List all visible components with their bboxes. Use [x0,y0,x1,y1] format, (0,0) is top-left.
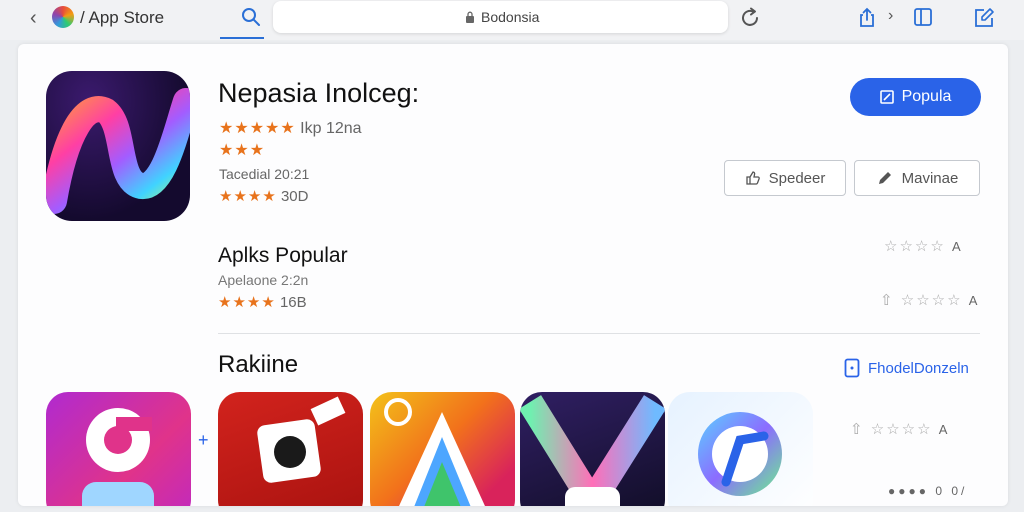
app-size: 16B [279,294,307,311]
share-button[interactable]: Spedeer [724,160,846,196]
pager-text: 0 0/ [935,484,968,498]
rating-row: ★★★★★ Ikp 12na [219,118,362,138]
app-icon-artwork [46,88,190,214]
pagination-dots[interactable]: ●●●● 0 0/ [888,484,967,498]
browser-toolbar: ‹ / App Store Bodonsia › [0,0,1024,40]
share-button-label: Spedeer [768,169,826,187]
empty-star-icon: ☆☆☆☆ [900,292,963,309]
site-logo-icon [52,6,74,28]
section-title: Aplks Popular [218,244,348,267]
empty-star-icon: ☆☆☆☆ [884,238,946,255]
url-text: Bodonsia [481,9,540,25]
forward-chevron-icon[interactable]: › [888,7,893,25]
app-tile-artwork [257,396,346,483]
star-rating-icon: ★★★★★ [219,120,296,137]
empty-star-icon: ☆☆☆☆ [870,421,933,438]
pencil-icon [878,172,891,184]
star-rating-icon: ★★★★ [219,188,277,205]
search-icon[interactable] [239,5,263,29]
compose-icon[interactable] [972,6,996,30]
rate-label: A [951,239,961,254]
page-dot-icon: ●●●● [888,484,929,498]
rate-stars-control[interactable]: ⇧ ☆☆☆☆ A [850,420,947,438]
app-tile[interactable] [46,392,191,506]
back-chevron-icon[interactable]: ‹ [30,7,37,30]
search-active-indicator [220,37,264,39]
app-tile-artwork [520,395,665,506]
rating-label: Ikp [300,120,322,137]
app-tile[interactable] [520,392,665,506]
get-button-label: Popula [901,88,952,105]
write-review-label: Mavinae [901,169,959,187]
thumb-icon [745,171,760,185]
app-tile-artwork [384,398,485,506]
rating-value: 12na [325,120,362,137]
developer-name: Apelaone 2:2n [218,272,309,288]
rating-row: ★★★★ 16B [218,293,307,311]
share-icon: ⇧ [850,421,865,438]
developer-name: Tacedial 20:21 [219,166,310,182]
plus-icon: + [198,430,209,450]
get-button[interactable]: Popula [850,78,981,116]
write-review-button[interactable]: Mavinae [854,160,980,196]
star-rating-icon: ★★★★ [218,294,276,311]
section-divider [218,333,980,334]
sidebar-tabs-icon[interactable] [912,6,934,28]
address-bar[interactable]: Bodonsia [273,1,728,33]
section-title: Rakiine [218,351,299,378]
app-icon[interactable] [46,71,190,221]
app-tile[interactable] [370,392,515,506]
rating-row-secondary: ★★★ [219,140,265,160]
rating-count-row: ★★★★ 30D [219,187,309,205]
app-tile-artwork [82,408,154,506]
bookmark-icon [844,358,860,378]
app-title: Nepasia Inolceg: [218,78,420,108]
rate-label: A [938,422,948,437]
app-tile[interactable] [218,392,363,506]
edit-icon [879,90,894,104]
rate-stars-control[interactable]: ⇧ ☆☆☆☆ A [880,291,977,309]
share-icon[interactable] [856,6,878,28]
app-tile-artwork [698,412,782,496]
rate-label: A [968,293,978,308]
app-store-panel: Nepasia Inolceg: ★★★★★ Ikp 12na ★★★ Tace… [18,44,1008,506]
reload-icon[interactable] [737,5,763,31]
see-all-link[interactable]: FhodelDonzeln [844,358,969,378]
rate-stars-control[interactable]: ☆☆☆☆ A [884,237,961,255]
rating-count: 30D [280,188,309,205]
app-tile[interactable] [668,392,813,506]
site-title: / App Store [80,8,165,27]
thumb-icon: ⇧ [880,292,895,309]
lock-icon [466,11,474,23]
see-all-label: FhodelDonzeln [868,359,969,377]
star-rating-icon: ★★★ [219,142,266,159]
